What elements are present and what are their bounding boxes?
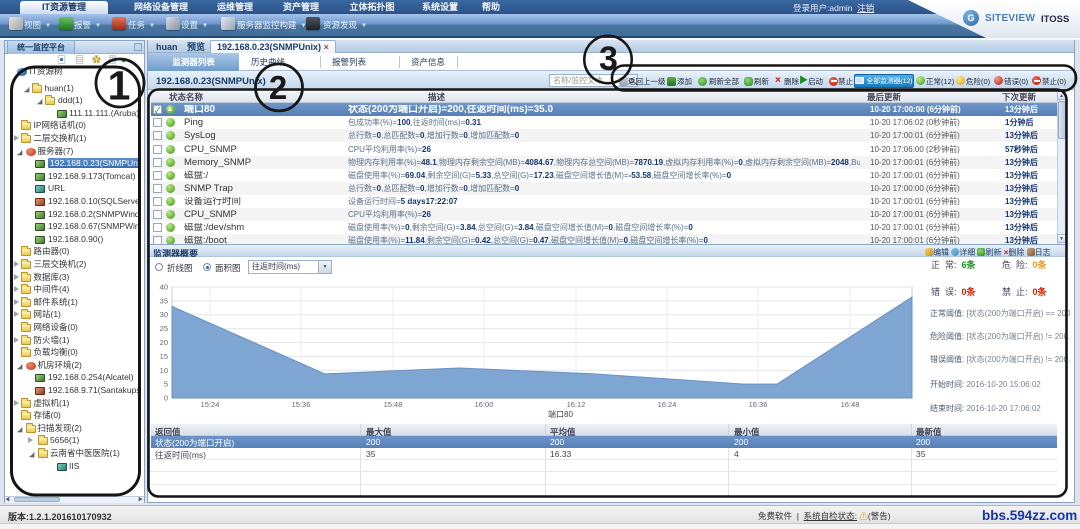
svg-text:20: 20 bbox=[160, 338, 168, 347]
svg-text:16:00: 16:00 bbox=[475, 400, 494, 409]
svg-text:40: 40 bbox=[160, 283, 168, 292]
svg-text:35: 35 bbox=[160, 296, 168, 305]
svg-text:30: 30 bbox=[160, 310, 168, 319]
svg-text:端口80: 端口80 bbox=[548, 409, 573, 419]
svg-text:16:48: 16:48 bbox=[841, 400, 860, 409]
svg-text:15:36: 15:36 bbox=[292, 400, 311, 409]
svg-text:15:48: 15:48 bbox=[384, 400, 403, 409]
svg-text:16:36: 16:36 bbox=[749, 400, 768, 409]
svg-text:25: 25 bbox=[160, 324, 168, 333]
svg-text:15:24: 15:24 bbox=[201, 400, 220, 409]
svg-text:16:24: 16:24 bbox=[658, 400, 677, 409]
svg-text:16:12: 16:12 bbox=[567, 400, 586, 409]
svg-text:0: 0 bbox=[164, 394, 168, 403]
svg-text:10: 10 bbox=[160, 366, 168, 375]
svg-text:5: 5 bbox=[164, 380, 168, 389]
svg-text:15: 15 bbox=[160, 352, 168, 361]
